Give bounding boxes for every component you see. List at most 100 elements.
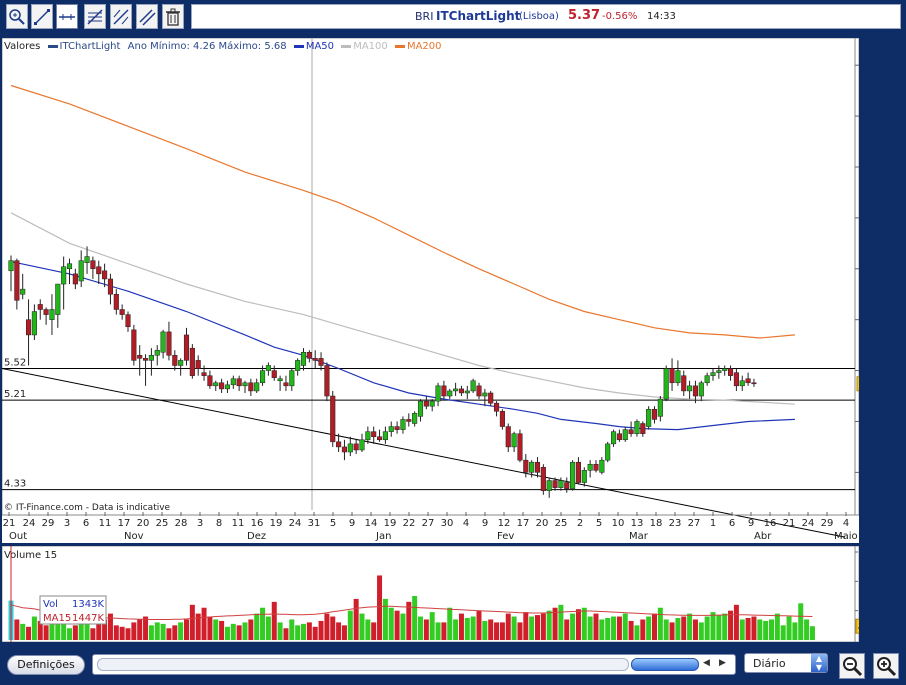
legend-ma200-swatch bbox=[394, 44, 405, 48]
volume-current-label: 470K bbox=[858, 623, 859, 633]
x-tick-label: 4 bbox=[463, 518, 469, 529]
volume-bar bbox=[435, 622, 441, 640]
channel-tool-button[interactable] bbox=[84, 4, 106, 29]
candle-body bbox=[581, 470, 587, 483]
x-tick-label: 31 bbox=[308, 518, 321, 529]
x-tick-label: 9 bbox=[748, 518, 754, 529]
volume-bar bbox=[148, 625, 154, 640]
parallel-tool-button[interactable] bbox=[136, 4, 158, 29]
scroll-right-icon[interactable]: ▶ bbox=[719, 658, 726, 668]
x-tick-label: 24 bbox=[802, 518, 815, 529]
candle-body bbox=[616, 433, 622, 441]
quote-bar: BRI ITChartLight (Lisboa) 5.37 -0.56% 14… bbox=[191, 4, 901, 29]
x-tick-label: 21 bbox=[783, 518, 796, 529]
candle-body bbox=[341, 446, 347, 453]
candle-body bbox=[260, 370, 266, 384]
x-tick-label: 27 bbox=[422, 518, 435, 529]
volume-bar bbox=[400, 613, 406, 640]
scroll-track[interactable] bbox=[97, 658, 629, 671]
volume-bar bbox=[219, 620, 225, 640]
volume-panel[interactable]: Volume 153000K2000K1000KVol1343KMA151447… bbox=[1, 545, 889, 643]
volume-bar bbox=[418, 616, 423, 640]
x-tick-label: 17 bbox=[517, 518, 530, 529]
x-month-label: Jan bbox=[375, 531, 391, 542]
candle-body bbox=[283, 382, 289, 387]
x-tick-label: 29 bbox=[821, 518, 834, 529]
x-tick-label: 5 bbox=[330, 518, 336, 529]
x-month-label: Out bbox=[9, 531, 27, 542]
candle-body bbox=[394, 426, 400, 430]
volume-bar bbox=[119, 626, 125, 640]
hline-tool-button[interactable] bbox=[56, 4, 78, 29]
volume-bar bbox=[763, 620, 769, 640]
x-month-label: Fev bbox=[497, 531, 514, 542]
volume-bar bbox=[84, 622, 90, 640]
candle-body bbox=[353, 443, 359, 451]
x-tick-label: 9 bbox=[482, 518, 488, 529]
zoom-in-button[interactable] bbox=[873, 653, 899, 679]
fibonacci-icon bbox=[113, 9, 129, 25]
volume-bar bbox=[324, 613, 330, 640]
volume-bar bbox=[160, 623, 166, 640]
trash-icon bbox=[166, 8, 180, 26]
x-tick-label: 25 bbox=[156, 518, 169, 529]
time-scrollbar[interactable]: ◀ ▶ bbox=[92, 654, 736, 675]
volume-bar bbox=[710, 612, 716, 640]
settings-button[interactable]: Definições bbox=[7, 655, 85, 675]
candle-body bbox=[669, 368, 675, 384]
volume-readout-ma-label: MA15 bbox=[43, 613, 71, 624]
legend-valores: Valores bbox=[4, 41, 41, 52]
scroll-left-icon[interactable]: ◀ bbox=[703, 658, 710, 668]
volume-bar bbox=[96, 622, 102, 640]
volume-bar bbox=[634, 625, 640, 640]
x-tick-label: 9 bbox=[349, 518, 355, 529]
volume-bar bbox=[14, 619, 20, 640]
scroll-thumb[interactable] bbox=[631, 658, 699, 671]
volume-bar bbox=[289, 619, 295, 640]
volume-bar bbox=[587, 616, 593, 640]
x-tick-label: 5 bbox=[596, 518, 602, 529]
volume-bar bbox=[716, 615, 722, 640]
candle-body bbox=[698, 382, 704, 397]
fibonacci-tool-button[interactable] bbox=[110, 4, 132, 29]
x-tick-label: 20 bbox=[536, 518, 549, 529]
candle-body bbox=[605, 443, 611, 461]
candle-body bbox=[131, 329, 137, 361]
volume-bar bbox=[704, 616, 710, 640]
quote-change: -0.56% bbox=[602, 11, 638, 22]
current-price-box bbox=[856, 376, 859, 392]
candle-body bbox=[377, 436, 383, 441]
volume-chart[interactable]: Volume 153000K2000K1000KVol1343KMA151447… bbox=[1, 545, 889, 643]
candle-body bbox=[201, 372, 207, 376]
legend-series-name: ITChartLight bbox=[59, 41, 121, 52]
candle-body bbox=[66, 263, 73, 270]
x-tick-label: 2 bbox=[577, 518, 583, 529]
price-chart[interactable]: 8.587.576.565.554.55.525.214.335.37© IT-… bbox=[2, 38, 859, 543]
chart-area[interactable]: 8.587.576.565.554.55.525.214.335.37© IT-… bbox=[2, 38, 859, 543]
zoom-in-tool-button[interactable] bbox=[6, 4, 28, 29]
volume-bar bbox=[540, 613, 546, 640]
volume-bar bbox=[178, 622, 184, 640]
candle-body bbox=[365, 431, 371, 441]
x-tick-label: 24 bbox=[23, 518, 36, 529]
candle-body bbox=[628, 429, 634, 434]
volume-bar bbox=[698, 622, 704, 640]
candle-body bbox=[318, 358, 324, 366]
x-tick-label: 8 bbox=[216, 518, 222, 529]
volume-bar bbox=[265, 616, 271, 640]
bottom-bar: Definições ◀ ▶ Diário ▲ ▼ bbox=[0, 648, 906, 685]
period-select[interactable]: Diário ▲ ▼ bbox=[744, 653, 828, 673]
line-tool-button[interactable] bbox=[31, 4, 53, 29]
candle-body bbox=[447, 390, 453, 397]
trash-tool-button[interactable] bbox=[162, 4, 184, 29]
candle-body bbox=[213, 382, 219, 387]
candle-body bbox=[248, 382, 254, 392]
x-tick-label: 29 bbox=[42, 518, 55, 529]
volume-bar bbox=[652, 613, 657, 640]
volume-bar bbox=[207, 616, 213, 640]
copyright: © IT-Finance.com - Data is indicative bbox=[4, 503, 171, 513]
candle-body bbox=[78, 260, 84, 282]
zoom-out-button[interactable] bbox=[839, 653, 865, 679]
volume-bar bbox=[131, 622, 137, 640]
candle-body bbox=[359, 439, 365, 451]
